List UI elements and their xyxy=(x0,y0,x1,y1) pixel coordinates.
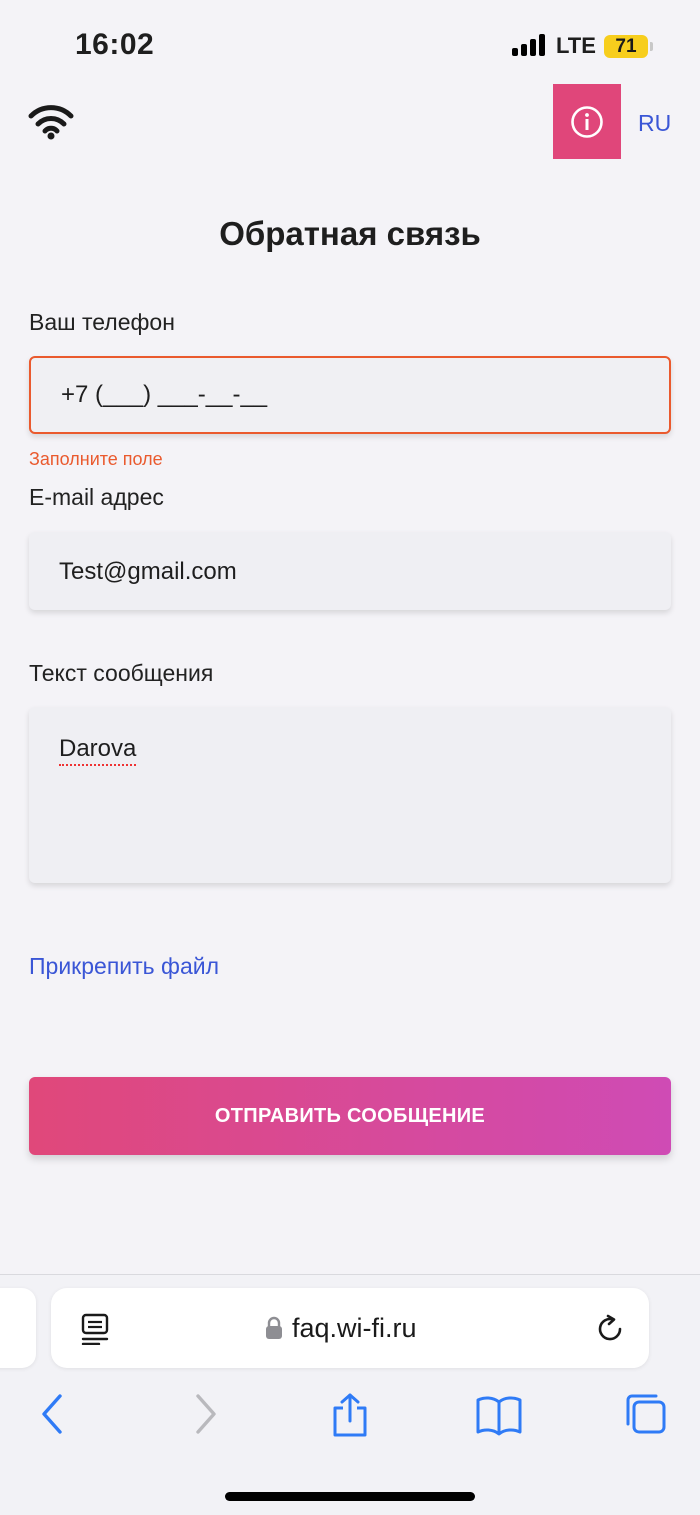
message-label: Текст сообщения xyxy=(29,660,214,686)
tabs-icon[interactable] xyxy=(622,1392,668,1443)
attach-file-link[interactable]: Прикрепить файл xyxy=(29,953,219,980)
phone-label: Ваш телефон xyxy=(29,309,175,335)
url-text[interactable]: faq.wi-fi.ru xyxy=(292,1313,417,1344)
email-label: E-mail адрес xyxy=(29,484,164,510)
phone-error: Заполните поле xyxy=(29,449,163,469)
network-type: LTE xyxy=(556,33,596,58)
info-icon xyxy=(571,105,603,138)
home-indicator xyxy=(225,1492,475,1501)
email-input[interactable]: Test@gmail.com xyxy=(29,532,671,610)
share-icon[interactable] xyxy=(330,1392,370,1443)
status-time: 16:02 xyxy=(75,28,155,61)
bookmarks-icon[interactable] xyxy=(475,1392,523,1443)
phone-input[interactable]: +7 (___) ___-__-__ xyxy=(29,356,671,434)
wifi-icon[interactable] xyxy=(28,104,74,140)
reload-icon[interactable] xyxy=(594,1313,626,1350)
battery-tip xyxy=(650,42,653,51)
status-bar: 16:02 LTE 71 xyxy=(0,0,700,90)
page-title: Обратная связь xyxy=(219,215,481,252)
info-button[interactable] xyxy=(553,84,621,159)
back-icon[interactable] xyxy=(38,1392,68,1441)
previous-tab[interactable] xyxy=(0,1288,36,1368)
forward-icon[interactable] xyxy=(190,1392,220,1441)
signal-icon xyxy=(512,34,548,56)
submit-button[interactable]: ОТПРАВИТЬ СООБЩЕНИЕ xyxy=(29,1077,671,1155)
lock-icon xyxy=(265,1316,283,1345)
reader-icon[interactable] xyxy=(81,1313,111,1350)
battery-icon: 71 xyxy=(604,35,648,58)
message-textarea[interactable]: Darova xyxy=(29,707,671,883)
message-text: Darova xyxy=(59,735,137,766)
language-switch[interactable]: RU xyxy=(638,110,671,137)
